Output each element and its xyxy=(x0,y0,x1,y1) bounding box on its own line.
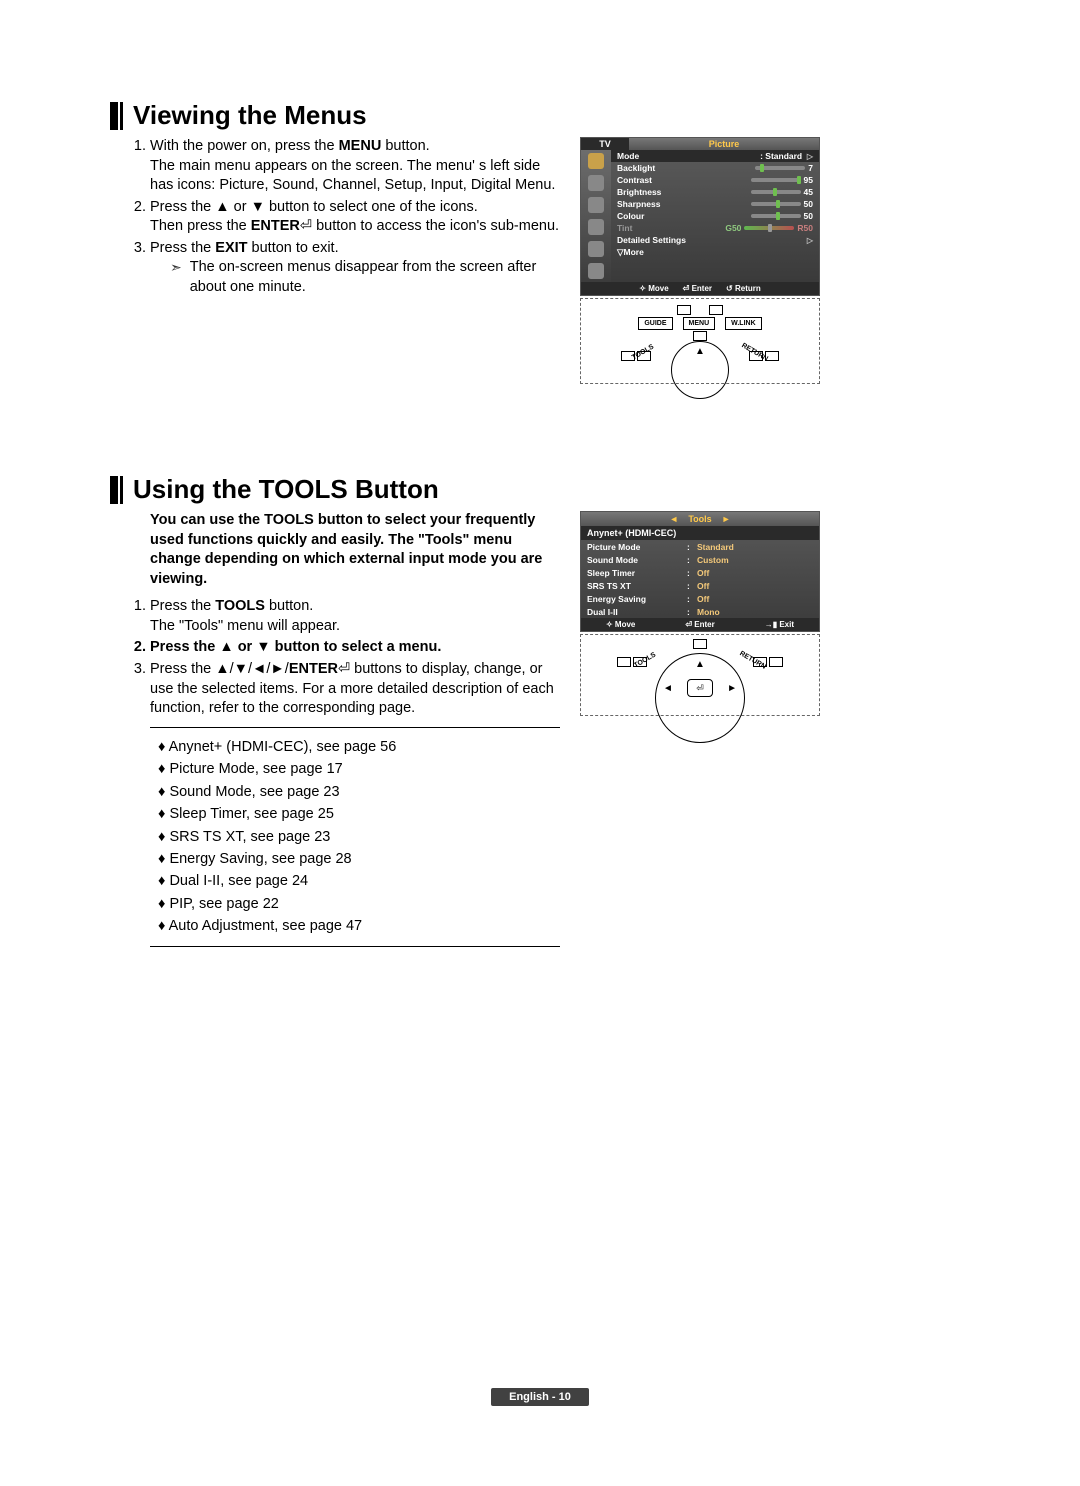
remote-diagram-2: TOOLS RETURN ▲ ◄ ► ⏎ xyxy=(580,634,820,716)
heading-bar xyxy=(110,102,118,130)
sound-icon xyxy=(588,175,604,191)
osd-row-brightness: Brightness45 xyxy=(611,186,819,198)
heading-bar-thin xyxy=(120,102,123,130)
bullet-item: ♦ PIP, see page 22 xyxy=(158,893,560,915)
input-icon xyxy=(588,241,604,257)
wlink-button: W.LINK xyxy=(725,317,762,330)
osd-tools-menu: ◄ Tools ► Anynet+ (HDMI-CEC) Picture Mod… xyxy=(580,511,820,632)
bullet-item: ♦ Energy Saving, see page 28 xyxy=(158,848,560,870)
osd2-title: ◄ Tools ► xyxy=(581,512,819,526)
osd2-highlight: Anynet+ (HDMI-CEC) xyxy=(581,526,819,540)
osd-row-more: ▽More xyxy=(611,246,819,259)
enter-icon: ⏎ xyxy=(338,661,350,677)
picture-icon xyxy=(588,153,604,169)
osd-row-mode: Mode: Standard ▷ xyxy=(611,150,819,162)
reference-list: ♦ Anynet+ (HDMI-CEC), see page 56 ♦ Pict… xyxy=(110,736,560,938)
bullet-item: ♦ Sleep Timer, see page 25 xyxy=(158,803,560,825)
osd-picture-menu: TV Picture Mode: Standard ▷ Backligh xyxy=(580,137,820,296)
enter-button: ⏎ xyxy=(687,679,713,697)
right-icon: ► xyxy=(727,683,737,694)
menu-button: MENU xyxy=(683,317,716,330)
heading-text: Using the TOOLS Button xyxy=(133,474,439,505)
osd2-row: Energy Saving:Off xyxy=(581,592,819,605)
enter-icon: ⏎ xyxy=(300,218,312,234)
osd2-move-hint: ✧ Move xyxy=(606,620,635,629)
osd-row-colour: Colour50 xyxy=(611,210,819,222)
remote-indicator xyxy=(693,331,707,341)
osd-title: Picture xyxy=(629,138,819,150)
osd-return-hint: ↺ Return xyxy=(726,284,761,293)
separator xyxy=(150,946,560,947)
digital-menu-icon xyxy=(588,263,604,279)
step-2: Press the ▲ or ▼ button to select one of… xyxy=(150,198,560,237)
remote-small-btn xyxy=(769,657,783,667)
bullet-item: ♦ Auto Adjustment, see page 47 xyxy=(158,915,560,937)
remote-indicator xyxy=(677,305,691,315)
nav-circle: ▲ xyxy=(671,341,729,399)
osd-footer: ✧ Move ⏎ Enter ↺ Return xyxy=(581,282,819,295)
heading-bar-thin xyxy=(120,476,123,504)
osd-row-tint: TintG50R50 xyxy=(611,222,819,234)
osd-icon-rail xyxy=(581,150,611,282)
remote-small-btn xyxy=(617,657,631,667)
bullet-item: ♦ Sound Mode, see page 23 xyxy=(158,781,560,803)
step-2: Press the ▲ or ▼ button to select a menu… xyxy=(150,638,560,658)
guide-button: GUIDE xyxy=(638,317,672,330)
note-icon: ➣ xyxy=(170,258,182,297)
separator xyxy=(150,727,560,728)
osd-row-sharpness: Sharpness50 xyxy=(611,198,819,210)
osd-enter-hint: ⏎ Enter xyxy=(683,284,712,293)
bullet-item: ♦ SRS TS XT, see page 23 xyxy=(158,826,560,848)
bullet-item: ♦ Anynet+ (HDMI-CEC), see page 56 xyxy=(158,736,560,758)
section-heading-1: Viewing the Menus xyxy=(110,100,970,131)
remote-indicator xyxy=(693,639,707,649)
osd-row-detailed: Detailed Settings▷ xyxy=(611,234,819,246)
bullet-item: ♦ Picture Mode, see page 17 xyxy=(158,758,560,780)
remote-diagram-1: GUIDE MENU W.LINK TOOLS RETURN ▲ xyxy=(580,298,820,384)
step-3: Press the EXIT button to exit. ➣ The on-… xyxy=(150,239,560,298)
bullet-item: ♦ Dual I-II, see page 24 xyxy=(158,870,560,892)
heading-bar xyxy=(110,476,118,504)
osd2-footer: ✧ Move ⏎ Enter →▮ Exit xyxy=(581,618,819,631)
osd2-row: Sound Mode:Custom xyxy=(581,553,819,566)
osd-move-hint: ✧ Move xyxy=(639,284,668,293)
left-icon: ◄ xyxy=(663,683,673,694)
osd2-row: Picture Mode:Standard xyxy=(581,540,819,553)
step-3-note: ➣ The on-screen menus disappear from the… xyxy=(150,258,560,297)
page-footer: English - 10 xyxy=(0,1388,1080,1406)
step-1: With the power on, press the MENU button… xyxy=(150,137,560,196)
section1-steps: With the power on, press the MENU button… xyxy=(110,137,560,298)
osd-row-backlight: Backlight7 xyxy=(611,162,819,174)
remote-indicator xyxy=(709,305,723,315)
setup-icon xyxy=(588,219,604,235)
osd2-row: Dual I-II:Mono xyxy=(581,605,819,618)
manual-page: Viewing the Menus With the power on, pre… xyxy=(0,0,1080,1486)
section-heading-2: Using the TOOLS Button xyxy=(110,474,970,505)
osd-tv-label: TV xyxy=(581,138,629,150)
osd2-row: Sleep Timer:Off xyxy=(581,566,819,579)
section2-intro: You can use the TOOLS button to select y… xyxy=(110,511,560,589)
osd2-row: SRS TS XT:Off xyxy=(581,579,819,592)
osd-row-contrast: Contrast95 xyxy=(611,174,819,186)
step-1: Press the TOOLS button. The "Tools" menu… xyxy=(150,597,560,636)
heading-text: Viewing the Menus xyxy=(133,100,367,131)
up-icon: ▲ xyxy=(695,659,705,670)
channel-icon xyxy=(588,197,604,213)
step-3: Press the ▲/▼/◄/►/ENTER⏎ buttons to disp… xyxy=(150,660,560,719)
section2-steps: Press the TOOLS button. The "Tools" menu… xyxy=(110,597,560,718)
osd2-exit-hint: →▮ Exit xyxy=(765,620,794,629)
osd-rows: Mode: Standard ▷ Backlight7 Contrast95 B… xyxy=(611,150,819,282)
osd2-enter-hint: ⏎ Enter xyxy=(685,620,714,629)
page-number: English - 10 xyxy=(491,1388,589,1406)
